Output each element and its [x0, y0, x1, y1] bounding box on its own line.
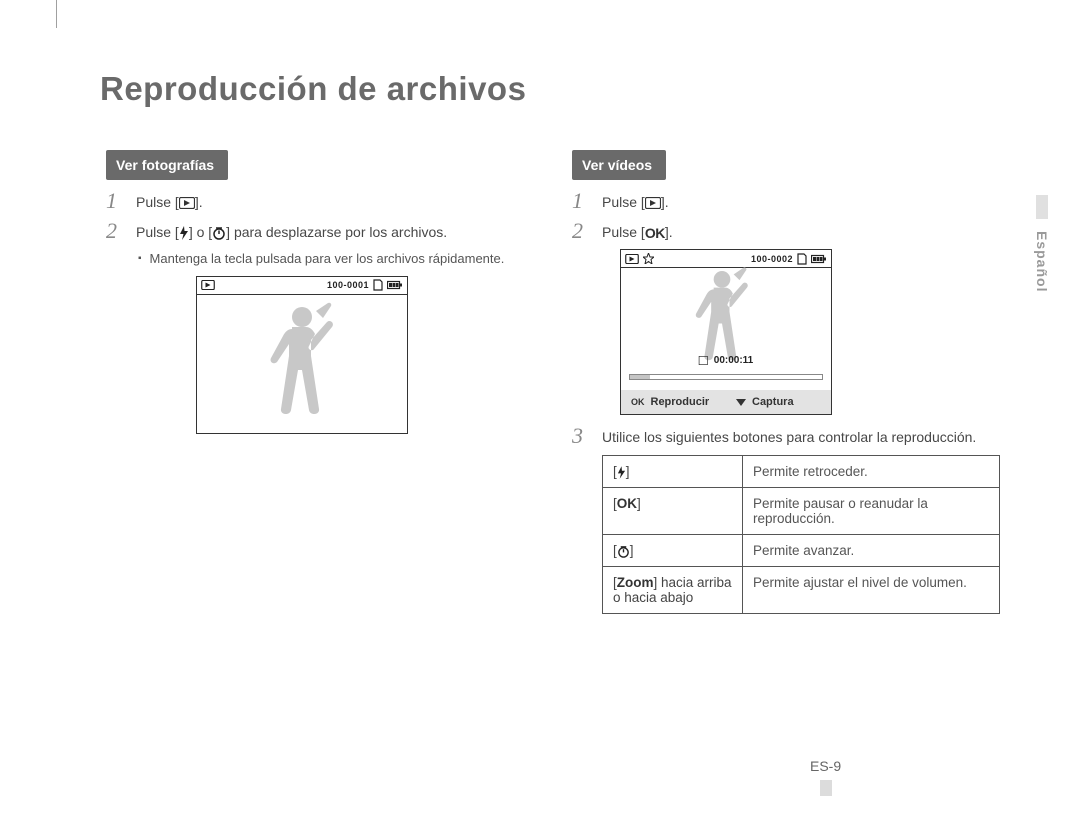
playback-icon: [645, 197, 661, 209]
control-key: [Zoom] hacia arriba o hacia abajo: [603, 567, 743, 614]
footer-right-label: Captura: [752, 396, 794, 408]
figure-silhouette: [686, 266, 766, 386]
text-fragment: Pulse [: [136, 194, 179, 210]
playback-progress: [629, 374, 823, 380]
text-fragment: ].: [195, 194, 203, 210]
footer-left: OK Reproducir: [621, 396, 726, 408]
step-1-videos: Pulse [].: [566, 194, 1000, 210]
playback-icon: [179, 197, 195, 209]
table-row: [] Permite retroceder.: [603, 456, 1000, 488]
page-title: Reproducción de archivos: [100, 70, 1000, 108]
playback-time: 00:00:11: [699, 355, 753, 366]
sub-bullet: ▪ Mantenga la tecla pulsada para ver los…: [136, 250, 534, 268]
column-left: Ver fotografías Pulse []. Pulse [ ] o [ ] …: [100, 150, 534, 628]
column-right: Ver vídeos Pulse []. Pulse [OK].: [566, 150, 1000, 628]
crop-tick-top: [56, 0, 57, 28]
step-text: Pulse [ ] o [ ] para desplazarse por los a…: [136, 224, 447, 240]
text-fragment: ].: [665, 224, 673, 240]
bullet-marker: ▪: [138, 253, 142, 268]
progress-fill: [630, 375, 650, 379]
table-row: [] Permite avanzar.: [603, 535, 1000, 567]
page-number-label: ES-9: [810, 758, 841, 774]
footer-right: Captura: [726, 396, 831, 408]
text-fragment: Pulse [: [602, 194, 645, 210]
control-desc: Permite ajustar el nivel de volumen.: [743, 567, 1000, 614]
step-2-photos: Pulse [ ] o [ ] para desplazarse por los a…: [100, 224, 534, 434]
section-header-photos: Ver fotografías: [106, 150, 228, 180]
table-row: [Zoom] hacia arriba o hacia abajo Permit…: [603, 567, 1000, 614]
side-accent-mark: [1036, 195, 1048, 219]
control-key: []: [603, 456, 743, 488]
step-text: Pulse [].: [136, 194, 203, 210]
battery-icon: [387, 280, 403, 290]
step-text: Pulse [OK].: [602, 224, 673, 240]
control-key: [OK]: [603, 488, 743, 535]
step-2-videos: Pulse [OK]. 100-0002: [566, 224, 1000, 415]
steps-photos: Pulse []. Pulse [ ] o [ ] para desplazarse…: [100, 194, 534, 434]
flash-icon: [617, 466, 626, 479]
controls-table: [] Permite retroceder. [OK] Permite paus…: [602, 455, 1000, 614]
step-text: Utilice los siguientes botones para cont…: [602, 429, 976, 445]
zoom-label: Zoom: [617, 575, 654, 590]
stop-icon: [699, 356, 708, 365]
text-fragment: ] o [: [189, 224, 212, 240]
ok-icon: OK: [631, 397, 645, 407]
figure-silhouette: [262, 301, 342, 421]
time-label: 00:00:11: [714, 355, 753, 366]
file-number: 100-0002: [751, 254, 793, 264]
footer-left-label: Reproducir: [651, 396, 710, 408]
text-fragment: ] para desplazarse por los archivos.: [226, 224, 447, 240]
text-fragment: ].: [661, 194, 669, 210]
side-language-label: Español: [1034, 231, 1050, 292]
control-key: []: [603, 535, 743, 567]
side-language-tab: Español: [1034, 195, 1050, 315]
control-desc: Permite pausar o reanudar la reproducció…: [743, 488, 1000, 535]
text-fragment: Pulse [: [136, 224, 179, 240]
table-row: [OK] Permite pausar o reanudar la reprod…: [603, 488, 1000, 535]
camera-screen-photos: 100-0001: [196, 276, 408, 434]
steps-videos: Pulse []. Pulse [OK]. 100-0002: [566, 194, 1000, 614]
text-fragment: Pulse [: [602, 224, 645, 240]
section-header-videos: Ver vídeos: [572, 150, 666, 180]
flash-icon: [179, 226, 189, 240]
memcard-icon: [797, 253, 807, 265]
page-number: ES-9: [810, 758, 841, 796]
step-text: Pulse [].: [602, 194, 669, 210]
ok-icon: OK: [645, 225, 665, 241]
screen-footer: OK Reproducir Captura: [621, 390, 831, 414]
timer-icon: [617, 545, 630, 558]
bullet-text: Mantenga la tecla pulsada para ver los a…: [150, 250, 505, 268]
control-desc: Permite avanzar.: [743, 535, 1000, 567]
step-1-photos: Pulse [].: [100, 194, 534, 210]
chevron-down-icon: [736, 399, 746, 406]
star-icon: [643, 253, 654, 264]
page-mark: [820, 780, 832, 796]
playback-icon: [201, 280, 215, 290]
screen-statusbar: 100-0001: [197, 277, 407, 295]
file-number: 100-0001: [327, 280, 369, 290]
memcard-icon: [373, 279, 383, 291]
camera-screen-video: 100-0002: [620, 249, 832, 415]
battery-icon: [811, 254, 827, 264]
timer-icon: [212, 226, 226, 240]
step-3-videos: Utilice los siguientes botones para cont…: [566, 429, 1000, 614]
two-column-layout: Ver fotografías Pulse []. Pulse [ ] o [ ] …: [100, 150, 1000, 628]
control-desc: Permite retroceder.: [743, 456, 1000, 488]
playback-icon: [625, 254, 639, 264]
ok-icon: OK: [617, 496, 637, 511]
page-content: Reproducción de archivos Ver fotografías…: [100, 70, 1000, 790]
